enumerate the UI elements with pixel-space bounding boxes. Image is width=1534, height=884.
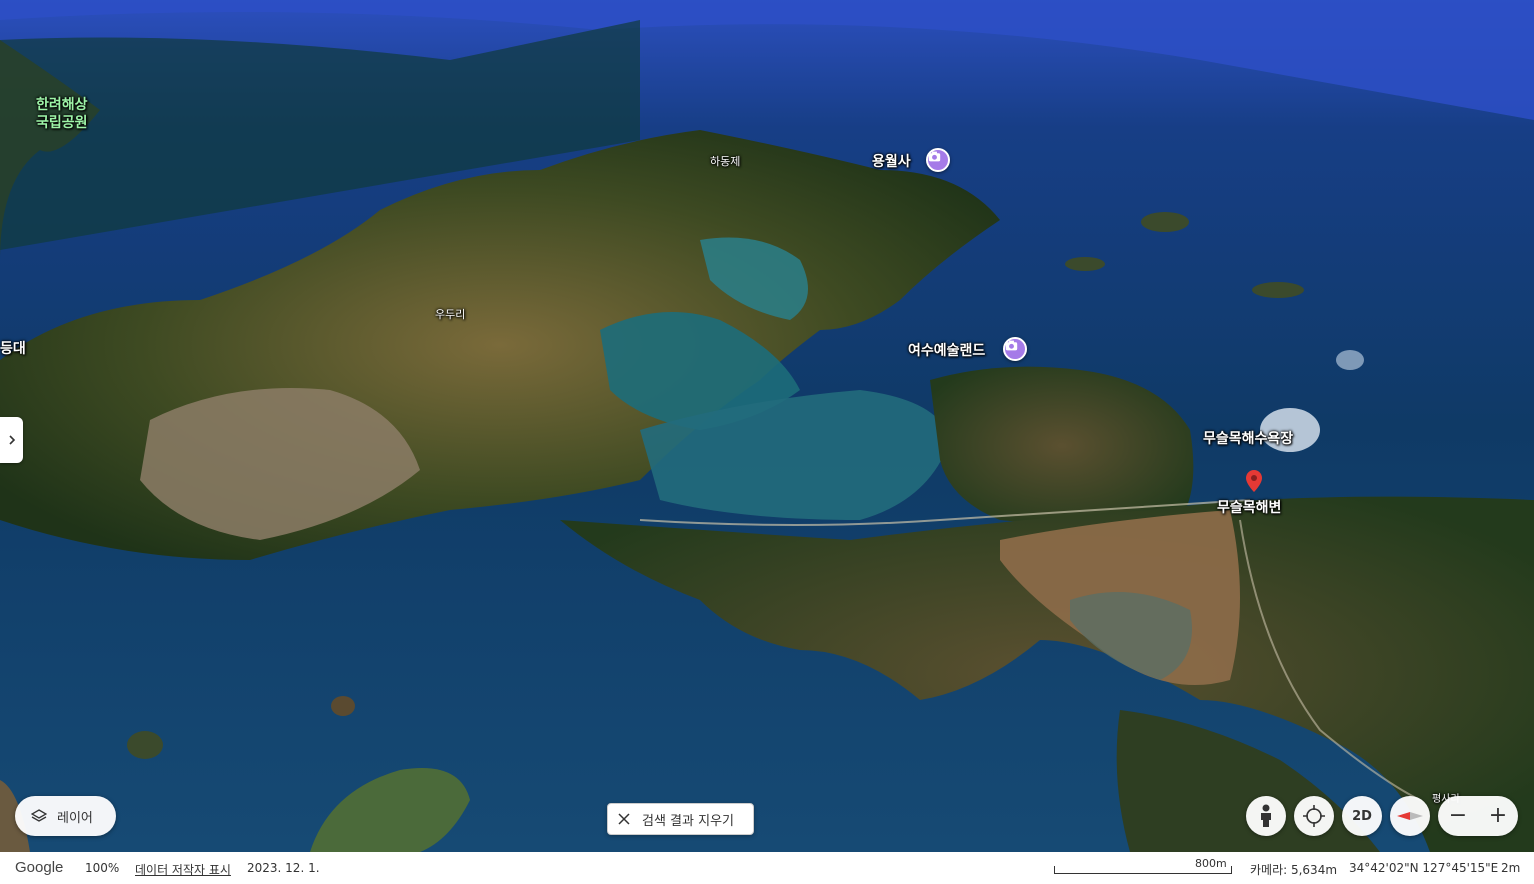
compass-button[interactable] xyxy=(1390,796,1430,836)
poi-yeosu-artland[interactable] xyxy=(1003,337,1027,361)
imagery-date: 2023. 12. 1. xyxy=(247,861,320,875)
crosshair-icon xyxy=(1303,805,1325,827)
map-imagery xyxy=(0,0,1534,852)
label-yongwolsa[interactable]: 용월사 xyxy=(872,151,911,171)
zoom-controls: − + xyxy=(1438,796,1518,836)
camera-icon xyxy=(1005,340,1018,351)
street-view-button[interactable] xyxy=(1246,796,1286,836)
close-icon xyxy=(618,813,630,825)
status-footer: Google 100% 데이터 저작자 표시 2023. 12. 1. 800m… xyxy=(0,852,1534,884)
side-panel-toggle[interactable] xyxy=(0,417,23,463)
clear-search-results-button[interactable]: 검색 결과 지우기 xyxy=(607,803,754,835)
camera-altitude: 카메라: 5,634m xyxy=(1250,863,1338,877)
zoom-in-button[interactable]: + xyxy=(1483,796,1513,836)
view-2d-button[interactable]: 2D xyxy=(1342,796,1382,836)
label-hadongje[interactable]: 하동제 xyxy=(710,153,740,169)
label-deungdae[interactable]: 등대 xyxy=(0,338,26,358)
zoom-out-button[interactable]: − xyxy=(1443,796,1473,836)
scale-bar xyxy=(1054,866,1232,874)
layers-icon xyxy=(31,809,47,822)
zoom-level: 100% xyxy=(85,861,120,875)
location-pin-icon[interactable] xyxy=(1246,470,1262,492)
label-udu-ri[interactable]: 우두리 xyxy=(435,306,465,322)
altitude: 2m xyxy=(1501,861,1521,875)
clear-search-label: 검색 결과 지우기 xyxy=(642,813,734,829)
poi-yongwolsa[interactable] xyxy=(926,148,950,172)
layers-button-label: 레이어 xyxy=(57,810,93,826)
my-location-button[interactable] xyxy=(1294,796,1334,836)
label-museulmok-beach[interactable]: 무슬목해변 xyxy=(1217,497,1281,517)
pegman-icon xyxy=(1261,804,1271,827)
label-yeosu-artland[interactable]: 여수예술랜드 xyxy=(908,340,985,360)
label-museulmok-beach-resort[interactable]: 무슬목해수욕장 xyxy=(1203,428,1293,448)
compass-icon xyxy=(1397,812,1423,820)
label-hallyeo-national-park[interactable]: 한려해상 국립공원 xyxy=(36,96,88,132)
data-attribution-link[interactable]: 데이터 저작자 표시 xyxy=(135,861,231,878)
layers-button[interactable]: 레이어 xyxy=(15,796,116,836)
camera-icon xyxy=(928,151,941,162)
chevron-right-icon xyxy=(8,435,15,445)
google-logo: Google xyxy=(15,859,64,876)
coordinates: 34°42'02"N 127°45'15"E xyxy=(1349,861,1499,875)
satellite-map[interactable]: 한려해상 국립공원 하동제 용월사 우두리 등대 여수예술랜드 무슬목해수욕장 … xyxy=(0,0,1534,852)
